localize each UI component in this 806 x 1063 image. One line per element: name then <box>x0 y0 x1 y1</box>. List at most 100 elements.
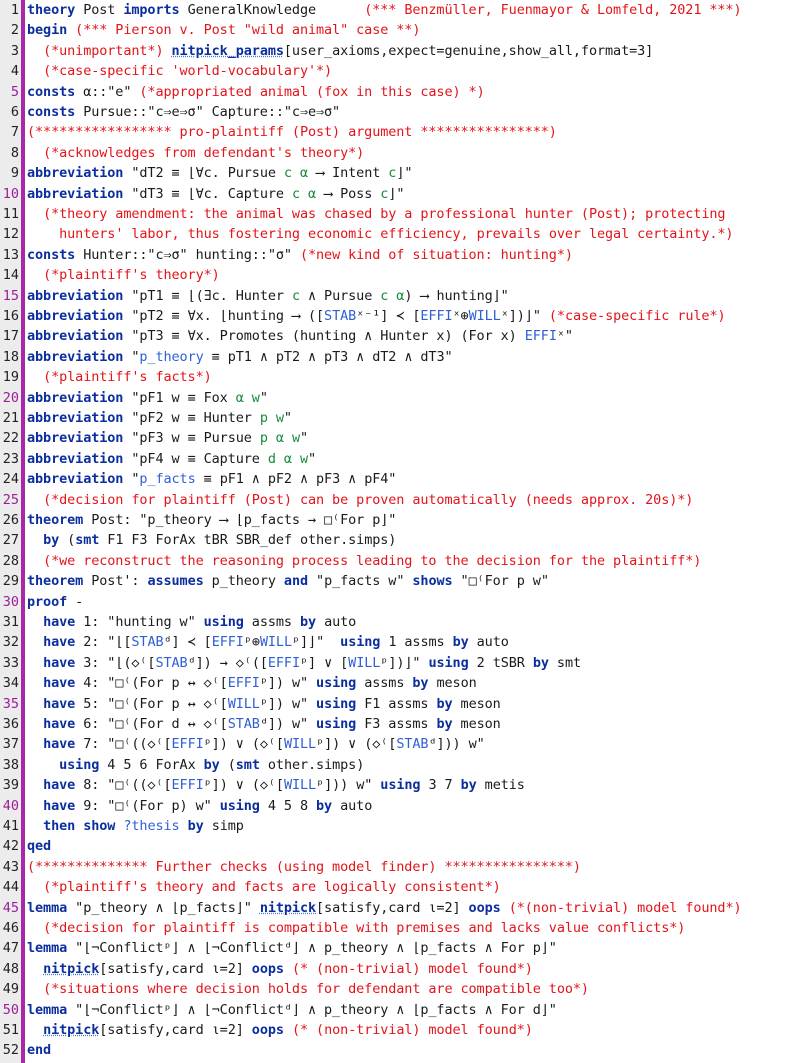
code-text[interactable]: lemma "⌊¬Conflictᵖ⌋ ∧ ⌊¬Conflictᵈ⌋ ∧ p_t… <box>27 938 557 958</box>
code-editor[interactable]: 1 theory Post imports GeneralKnowledge (*… <box>0 0 806 1063</box>
code-line[interactable]: 42 qed <box>0 836 806 856</box>
code-text[interactable]: end <box>27 1040 51 1060</box>
code-line[interactable]: 45 lemma "p_theory ∧ ⌊p_facts⌋" nitpick[s… <box>0 898 806 918</box>
code-text[interactable]: nitpick[satisfy,card ι=2] oops (* (non-t… <box>27 1020 533 1040</box>
code-text[interactable]: using 4 5 6 ForAx by (smt other.simps) <box>27 755 364 775</box>
code-text[interactable]: (*unimportant*) nitpick_params[user_axio… <box>27 41 653 61</box>
code-line[interactable]: 16 abbreviation "pT2 ≡ ∀x. ⌊hunting ⟶ ([S… <box>0 306 806 326</box>
code-line[interactable]: 28 (*we reconstruct the reasoning proces… <box>0 551 806 571</box>
code-line[interactable]: 33 have 3: "⌊(◇⁽[STABᵈ]) → ◇⁽([EFFIᵖ] ∨ … <box>0 653 806 673</box>
code-text[interactable]: have 1: "hunting w" using assms by auto <box>27 612 356 632</box>
code-line[interactable]: 36 have 6: "□⁽(For d ↔ ◇⁽[STABᵈ]) w" usi… <box>0 714 806 734</box>
code-line[interactable]: 35 have 5: "□⁽(For p ↔ ◇⁽[WILLᵖ]) w" usi… <box>0 694 806 714</box>
code-text[interactable]: (*case-specific 'world-vocabulary'*) <box>27 61 332 81</box>
code-line[interactable]: 43 (************** Further checks (using … <box>0 857 806 877</box>
code-line[interactable]: 10 abbreviation "dT3 ≡ ⌊∀c. Capture c α ⟶… <box>0 184 806 204</box>
code-line[interactable]: 12 hunters' labor, thus fostering econom… <box>0 224 806 244</box>
code-text[interactable]: have 6: "□⁽(For d ↔ ◇⁽[STABᵈ]) w" using … <box>27 714 501 734</box>
code-line[interactable]: 18 abbreviation "p_theory ≡ pT1 ∧ pT2 ∧ p… <box>0 347 806 367</box>
code-line[interactable]: 6 consts Pursue::"c⇒e⇒σ" Capture::"c⇒e⇒σ" <box>0 102 806 122</box>
code-text[interactable]: have 4: "□⁽(For p ↔ ◇⁽[EFFIᵖ]) w" using … <box>27 673 477 693</box>
code-text[interactable]: then show ?thesis by simp <box>27 816 244 836</box>
code-text[interactable]: (*situations where decision holds for de… <box>27 979 589 999</box>
code-line[interactable]: 31 have 1: "hunting w" using assms by au… <box>0 612 806 632</box>
code-line[interactable]: 30 proof - <box>0 592 806 612</box>
code-text[interactable]: qed <box>27 836 51 856</box>
code-text[interactable]: lemma "p_theory ∧ ⌊p_facts⌋" nitpick[sat… <box>27 898 742 918</box>
code-line[interactable]: 24 abbreviation "p_facts ≡ pF1 ∧ pF2 ∧ pF… <box>0 469 806 489</box>
code-line[interactable]: 22 abbreviation "pF3 w ≡ Pursue p α w" <box>0 428 806 448</box>
code-text[interactable]: hunters' labor, thus fostering economic … <box>27 224 733 244</box>
code-line[interactable]: 44 (*plaintiff's theory and facts are lo… <box>0 877 806 897</box>
code-text[interactable]: have 7: "□⁽((◇⁽[EFFIᵖ]) ∨ (◇⁽[WILLᵖ]) ∨ … <box>27 734 485 754</box>
code-line[interactable]: 51 nitpick[satisfy,card ι=2] oops (* (no… <box>0 1020 806 1040</box>
code-text[interactable]: (*plaintiff's theory and facts are logic… <box>27 877 501 897</box>
code-line[interactable]: 48 nitpick[satisfy,card ι=2] oops (* (no… <box>0 959 806 979</box>
code-text[interactable]: theorem Post': assumes p_theory and "p_f… <box>27 571 549 591</box>
code-line[interactable]: 9 abbreviation "dT2 ≡ ⌊∀c. Pursue c α ⟶ I… <box>0 163 806 183</box>
code-text[interactable]: have 8: "□⁽((◇⁽[EFFIᵖ]) ∨ (◇⁽[WILLᵖ])) w… <box>27 775 525 795</box>
code-text[interactable]: (***************** pro-plaintiff (Post) … <box>27 122 557 142</box>
code-text[interactable]: abbreviation "pT3 ≡ ∀x. Promotes (huntin… <box>27 326 573 346</box>
code-line[interactable]: 20 abbreviation "pF1 w ≡ Fox α w" <box>0 388 806 408</box>
code-text[interactable]: abbreviation "pT1 ≡ ⌊(∃c. Hunter c ∧ Pur… <box>27 286 509 306</box>
code-line[interactable]: 2 begin (*** Pierson v. Post "wild animal… <box>0 20 806 40</box>
code-line[interactable]: 38 using 4 5 6 ForAx by (smt other.simps… <box>0 755 806 775</box>
code-line[interactable]: 14 (*plaintiff's theory*) <box>0 265 806 285</box>
code-text[interactable]: consts Hunter::"c⇒σ" hunting::"σ" (*new … <box>27 245 573 265</box>
code-line[interactable]: 13 consts Hunter::"c⇒σ" hunting::"σ" (*ne… <box>0 245 806 265</box>
code-text[interactable]: lemma "⌊¬Conflictᵖ⌋ ∧ ⌊¬Conflictᵈ⌋ ∧ p_t… <box>27 1000 557 1020</box>
code-text[interactable]: have 2: "⌊[STABᵈ] ≺ [EFFIᵖ⊕WILLᵖ]⌋" usin… <box>27 632 509 652</box>
code-text[interactable]: have 9: "□⁽(For p) w" using 4 5 8 by aut… <box>27 796 372 816</box>
code-line[interactable]: 5 consts α::"e" (*appropriated animal (fo… <box>0 82 806 102</box>
code-text[interactable]: abbreviation "pF4 w ≡ Capture d α w" <box>27 449 316 469</box>
code-text[interactable]: (*decision for plaintiff (Post) can be p… <box>27 490 693 510</box>
code-text[interactable]: begin (*** Pierson v. Post "wild animal"… <box>27 20 420 40</box>
code-line[interactable]: 39 have 8: "□⁽((◇⁽[EFFIᵖ]) ∨ (◇⁽[WILLᵖ])… <box>0 775 806 795</box>
code-text[interactable]: abbreviation "dT3 ≡ ⌊∀c. Capture c α ⟶ P… <box>27 184 404 204</box>
code-text[interactable]: consts α::"e" (*appropriated animal (fox… <box>27 82 485 102</box>
code-line[interactable]: 27 by (smt F1 F3 ForAx tBR SBR_def other… <box>0 530 806 550</box>
code-line[interactable]: 21 abbreviation "pF2 w ≡ Hunter p w" <box>0 408 806 428</box>
code-text[interactable]: (*theory amendment: the animal was chase… <box>27 204 725 224</box>
code-text[interactable]: proof - <box>27 592 83 612</box>
code-text[interactable]: (*plaintiff's facts*) <box>27 367 212 387</box>
code-line[interactable]: 32 have 2: "⌊[STABᵈ] ≺ [EFFIᵖ⊕WILLᵖ]⌋" u… <box>0 632 806 652</box>
code-text[interactable]: by (smt F1 F3 ForAx tBR SBR_def other.si… <box>27 530 396 550</box>
code-line[interactable]: 17 abbreviation "pT3 ≡ ∀x. Promotes (hunt… <box>0 326 806 346</box>
code-text[interactable]: abbreviation "dT2 ≡ ⌊∀c. Pursue c α ⟶ In… <box>27 163 412 183</box>
code-line[interactable]: 46 (*decision for plaintiff is compatibl… <box>0 918 806 938</box>
code-line[interactable]: 49 (*situations where decision holds for… <box>0 979 806 999</box>
code-text[interactable]: (*plaintiff's theory*) <box>27 265 220 285</box>
code-line[interactable]: 1 theory Post imports GeneralKnowledge (*… <box>0 0 806 20</box>
code-text[interactable]: abbreviation "p_facts ≡ pF1 ∧ pF2 ∧ pF3 … <box>27 469 396 489</box>
code-text[interactable]: have 5: "□⁽(For p ↔ ◇⁽[WILLᵖ]) w" using … <box>27 694 501 714</box>
code-text[interactable]: theory Post imports GeneralKnowledge (**… <box>27 0 742 20</box>
code-text[interactable]: consts Pursue::"c⇒e⇒σ" Capture::"c⇒e⇒σ" <box>27 102 340 122</box>
code-text[interactable]: nitpick[satisfy,card ι=2] oops (* (non-t… <box>27 959 533 979</box>
code-line[interactable]: 50 lemma "⌊¬Conflictᵖ⌋ ∧ ⌊¬Conflictᵈ⌋ ∧ p… <box>0 1000 806 1020</box>
code-line[interactable]: 15 abbreviation "pT1 ≡ ⌊(∃c. Hunter c ∧ P… <box>0 286 806 306</box>
code-line[interactable]: 52 end <box>0 1040 806 1060</box>
code-text[interactable]: abbreviation "p_theory ≡ pT1 ∧ pT2 ∧ pT3… <box>27 347 453 367</box>
code-line[interactable]: 25 (*decision for plaintiff (Post) can b… <box>0 490 806 510</box>
code-text[interactable]: abbreviation "pT2 ≡ ∀x. ⌊hunting ⟶ ([STA… <box>27 306 726 326</box>
code-line[interactable]: 23 abbreviation "pF4 w ≡ Capture d α w" <box>0 449 806 469</box>
code-text[interactable]: abbreviation "pF2 w ≡ Hunter p w" <box>27 408 292 428</box>
code-text[interactable]: (*acknowledges from defendant's theory*) <box>27 143 364 163</box>
code-text[interactable]: abbreviation "pF1 w ≡ Fox α w" <box>27 388 268 408</box>
code-text[interactable]: (************** Further checks (using mo… <box>27 857 581 877</box>
code-line[interactable]: 47 lemma "⌊¬Conflictᵖ⌋ ∧ ⌊¬Conflictᵈ⌋ ∧ p… <box>0 938 806 958</box>
code-line[interactable]: 4 (*case-specific 'world-vocabulary'*) <box>0 61 806 81</box>
code-text[interactable]: theorem Post: "p_theory ⟶ ⌊p_facts → □⁽F… <box>27 510 396 530</box>
code-text[interactable]: (*we reconstruct the reasoning process l… <box>27 551 701 571</box>
code-line[interactable]: 34 have 4: "□⁽(For p ↔ ◇⁽[EFFIᵖ]) w" usi… <box>0 673 806 693</box>
code-text[interactable]: have 3: "⌊(◇⁽[STABᵈ]) → ◇⁽([EFFIᵖ] ∨ [WI… <box>27 653 581 673</box>
code-line[interactable]: 7 (***************** pro-plaintiff (Post)… <box>0 122 806 142</box>
code-line[interactable]: 29 theorem Post': assumes p_theory and "p… <box>0 571 806 591</box>
code-line[interactable]: 11 (*theory amendment: the animal was ch… <box>0 204 806 224</box>
code-line[interactable]: 8 (*acknowledges from defendant's theory… <box>0 143 806 163</box>
code-line[interactable]: 3 (*unimportant*) nitpick_params[user_ax… <box>0 41 806 61</box>
code-text[interactable]: abbreviation "pF3 w ≡ Pursue p α w" <box>27 428 308 448</box>
code-line[interactable]: 26 theorem Post: "p_theory ⟶ ⌊p_facts → □… <box>0 510 806 530</box>
